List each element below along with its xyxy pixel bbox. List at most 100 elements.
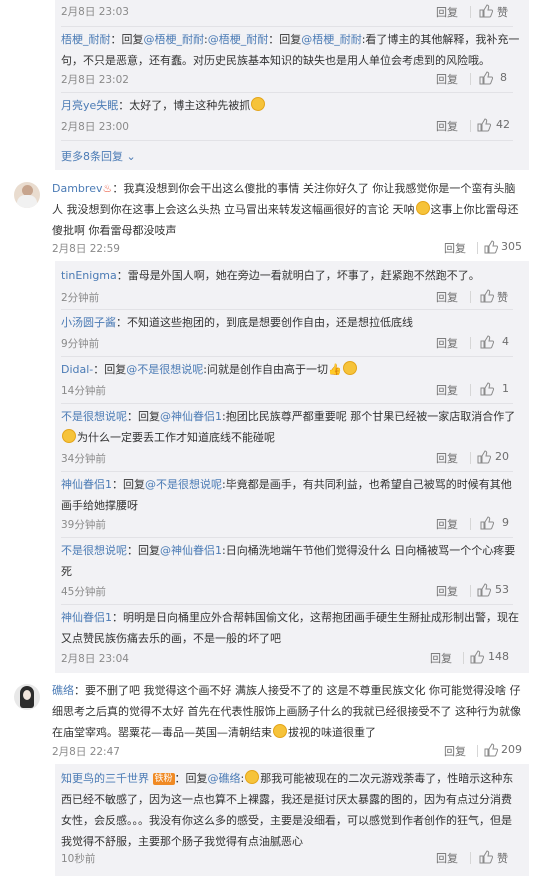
like-label: 赞 [497, 291, 508, 304]
reply-username[interactable]: 神仙眷侣1 [61, 478, 112, 491]
comment-body: Dambrev♨：我真没想到你会干出这么傻批的事情 关注你好久了 你让我感觉你是… [52, 178, 522, 241]
reply-text: ：不知道这些抱团的，到底是想要创作自由，还是想拉低底线 [116, 316, 413, 329]
reply-text: ：回复 [112, 478, 145, 491]
like-count: 9 [502, 516, 509, 529]
reply-username[interactable]: 小汤圆子酱 [61, 316, 116, 329]
reply-button[interactable]: 回复 [436, 335, 458, 351]
thumbs-up-icon[interactable] [480, 382, 494, 396]
thumbs-up-icon[interactable] [477, 118, 491, 132]
divider [470, 384, 471, 396]
like-count: 209 [501, 743, 522, 756]
timestamp: 10秒前 [61, 853, 96, 865]
reply-username[interactable]: 不是很想说呢 [61, 410, 127, 423]
timestamp: 2月8日 23:00 [61, 121, 129, 133]
mention-link[interactable]: @礁络 [208, 772, 241, 785]
laughing-emoji-icon [415, 201, 430, 215]
reply-username[interactable]: 月亮ye失眠 [61, 99, 118, 112]
timestamp: 2月8日 23:04 [61, 653, 129, 665]
reply-button[interactable]: 回复 [436, 450, 458, 466]
avatar[interactable] [14, 684, 40, 710]
thumbs-up-icon[interactable] [479, 850, 493, 864]
like-count: 4 [502, 335, 509, 348]
reply-button[interactable]: 回复 [444, 743, 466, 759]
reply-text: ：太好了，博主这种先被抓 [118, 99, 251, 112]
like-count: 20 [495, 450, 509, 463]
mention-link[interactable]: @神仙眷侣1 [160, 544, 222, 557]
timestamp: 2分钟前 [61, 292, 100, 304]
reply-username[interactable]: 梧梗_耐耐 [61, 33, 111, 46]
mention-link[interactable]: @神仙眷侣1 [160, 410, 222, 423]
divider [61, 92, 513, 93]
reply-text: ：明明是日向桶里应外合帮韩国偷文化，这帮抱团画手硬生生掰扯成形制出警，现在又点赞… [61, 611, 519, 645]
reply-text: ：回复 [268, 33, 302, 46]
thumbs-up-icon[interactable] [477, 583, 491, 597]
mention-link[interactable]: @不是很想说呢 [126, 363, 203, 376]
reply-text: ：回复 [174, 772, 208, 785]
thumbs-up-icon[interactable] [484, 240, 498, 254]
reply-username[interactable]: Didal- [61, 363, 93, 376]
divider [61, 309, 513, 310]
mention-link[interactable]: @不是很想说呢 [145, 478, 222, 491]
reply-button[interactable]: 回复 [436, 850, 458, 866]
reply-username[interactable]: 神仙眷侣1 [61, 611, 112, 624]
reply-button[interactable]: 回复 [444, 240, 466, 256]
reply-item: 不是很想说呢：回复@神仙眷侣1:抱团比民族尊严都重要呢 那个甘果已经被一家店取消… [61, 406, 521, 448]
like-count: 305 [501, 240, 522, 253]
thumbs-up-icon[interactable] [480, 289, 494, 303]
avatar[interactable] [14, 182, 40, 208]
reply-button[interactable]: 回复 [436, 289, 458, 305]
thumbs-up-icon[interactable] [479, 71, 493, 85]
reply-text: ：回复 [127, 410, 160, 423]
divider [61, 471, 513, 472]
divider [470, 452, 471, 464]
reply-button[interactable]: 回复 [436, 382, 458, 398]
thumbs-up-icon[interactable] [484, 743, 498, 757]
mention-link[interactable]: @梧梗_耐耐 [301, 33, 362, 46]
divider [470, 852, 471, 864]
like-count: 8 [500, 71, 507, 84]
timestamp: 9分钟前 [61, 338, 100, 350]
reply-item: Didal-：回复@不是很想说呢:问就是创作自由高于一切👍 [61, 359, 521, 380]
comment-username[interactable]: 礁络 [52, 684, 74, 697]
mention-link[interactable]: @梧梗_耐耐 [208, 33, 269, 46]
divider [61, 604, 513, 605]
laughing-emoji-icon [245, 770, 260, 784]
emoji-icon [342, 361, 357, 375]
reply-item: 梧梗_耐耐：回复@梧梗_耐耐:@梧梗_耐耐：回复@梧梗_耐耐:看了博主的其他解释… [61, 29, 521, 71]
reply-button[interactable]: 回复 [436, 516, 458, 532]
comment-username[interactable]: Dambrev [52, 182, 102, 195]
like-label: 赞 [497, 852, 508, 865]
reply-button[interactable]: 回复 [430, 650, 452, 666]
reply-button[interactable]: 回复 [436, 118, 458, 134]
divider [61, 26, 513, 27]
more-replies-link[interactable]: 更多8条回复 ⌄ [61, 148, 136, 164]
thumbs-up-icon[interactable] [477, 450, 491, 464]
emoji-icon [251, 97, 266, 111]
thumbs-up-icon[interactable] [480, 335, 494, 349]
reply-item: 知更鸟的三千世界 铁粉 ：回复@礁络: 那我可能被现在的二次元游戏荼毒了，性暗示这种… [61, 768, 521, 852]
divider [470, 585, 471, 597]
like-count: 1 [502, 382, 509, 395]
reply-username[interactable]: tinEnigma [61, 269, 117, 282]
thumbs-up-icon[interactable] [480, 516, 494, 530]
reply-button[interactable]: 回复 [436, 4, 458, 20]
timestamp: 2月8日 23:03 [61, 6, 129, 18]
reply-username[interactable]: 不是很想说呢 [61, 544, 127, 557]
comment-text: 拔视的味道很重了 [288, 726, 376, 739]
divider [477, 745, 478, 757]
thumbs-up-icon[interactable] [470, 650, 484, 664]
reply-button[interactable]: 回复 [436, 71, 458, 87]
timestamp: 2月8日 22:47 [52, 746, 120, 758]
divider [61, 537, 513, 538]
reply-item: 神仙眷侣1：明明是日向桶里应外合帮韩国偷文化，这帮抱团画手硬生生掰扯成形制出警，… [61, 607, 521, 649]
divider [61, 140, 513, 141]
reply-text: ：回复 [110, 33, 144, 46]
reply-button[interactable]: 回复 [436, 583, 458, 599]
reply-item: 月亮ye失眠：太好了，博主这种先被抓 [61, 95, 521, 116]
thumbs-up-icon[interactable] [479, 4, 493, 18]
reply-text: :抱团比民族尊严都重要呢 那个甘果已经被一家店取消合作了 [222, 410, 516, 423]
reply-text: 为什么一定要丢工作才知道底线不能碰呢 [77, 431, 275, 444]
mention-link[interactable]: @梧梗_耐耐 [144, 33, 205, 46]
reply-username[interactable]: 知更鸟的三千世界 [61, 772, 149, 785]
reply-text: ：雷母是外国人啊，她在旁边一看就明白了，坏事了，赶紧跑不然跑不了。 [116, 269, 480, 282]
